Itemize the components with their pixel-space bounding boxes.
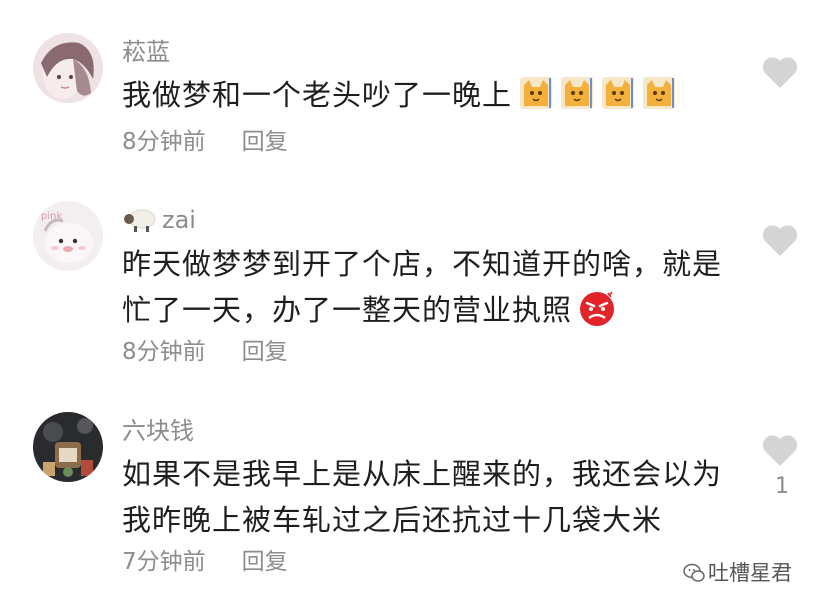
wechat-icon <box>683 563 705 582</box>
reply-button[interactable]: 回复 <box>242 339 288 365</box>
comment-meta: 7分钟前 回复 <box>122 547 288 577</box>
cat-emoji-icon <box>561 77 594 109</box>
heart-icon <box>762 435 798 466</box>
comment-text-line: 我昨晚上被车轧过之后还抗过十几袋大米 <box>122 503 663 537</box>
comment-meta: 8分钟前 回复 <box>122 337 288 367</box>
comment-text-line: 忙了一天，办了一整天的营业执照 <box>122 287 742 333</box>
comment-list: 菘蓝 我做梦和一个老头吵了一晚上 8分钟前 回复 pink zai 昨天做梦梦到… <box>0 0 827 607</box>
watermark: 吐槽星君 <box>683 557 792 587</box>
comment-text-line: 昨天做梦梦到开了个店，不知道开的啥，就是 <box>122 247 723 281</box>
cat-emoji-icon <box>520 77 553 109</box>
comment-text-body: 我做梦和一个老头吵了一晚上 <box>122 78 513 112</box>
like-count: 1 <box>775 474 789 499</box>
comment-text: 如果不是我早上是从床上醒来的，我还会以为 我昨晚上被车轧过之后还抗过十几袋大米 <box>122 451 742 543</box>
heart-icon <box>762 225 798 256</box>
cat-emoji-icon <box>602 77 635 109</box>
like-button[interactable] <box>760 222 800 258</box>
comment-time: 8分钟前 <box>122 339 206 365</box>
heart-icon <box>762 57 798 88</box>
reply-button[interactable]: 回复 <box>242 129 288 155</box>
avatar[interactable] <box>33 33 103 103</box>
reply-button[interactable]: 回复 <box>242 549 288 575</box>
username[interactable]: 六块钱 <box>122 416 194 446</box>
comment-text-line: 如果不是我早上是从床上醒来的，我还会以为 <box>122 457 723 491</box>
comment-meta: 8分钟前 回复 <box>122 127 288 157</box>
avatar[interactable]: pink <box>33 201 103 271</box>
username[interactable]: 菘蓝 <box>122 37 170 67</box>
username[interactable]: zai <box>122 205 196 235</box>
like-button[interactable] <box>760 54 800 90</box>
avatar[interactable] <box>33 412 103 482</box>
comment-text-line-body: 忙了一天，办了一整天的营业执照 <box>122 293 573 327</box>
like-button[interactable] <box>760 432 800 468</box>
cat-emoji-icon <box>643 77 676 109</box>
sheep-emoji-icon <box>124 209 156 232</box>
username-text: zai <box>162 206 196 234</box>
comment-time: 8分钟前 <box>122 129 206 155</box>
angry-face-emoji-icon <box>580 291 615 326</box>
comment-time: 7分钟前 <box>122 549 206 575</box>
watermark-text: 吐槽星君 <box>708 561 792 585</box>
comment-text: 我做梦和一个老头吵了一晚上 <box>122 72 742 118</box>
comment-text: 昨天做梦梦到开了个店，不知道开的啥，就是 忙了一天，办了一整天的营业执照 <box>122 241 742 333</box>
